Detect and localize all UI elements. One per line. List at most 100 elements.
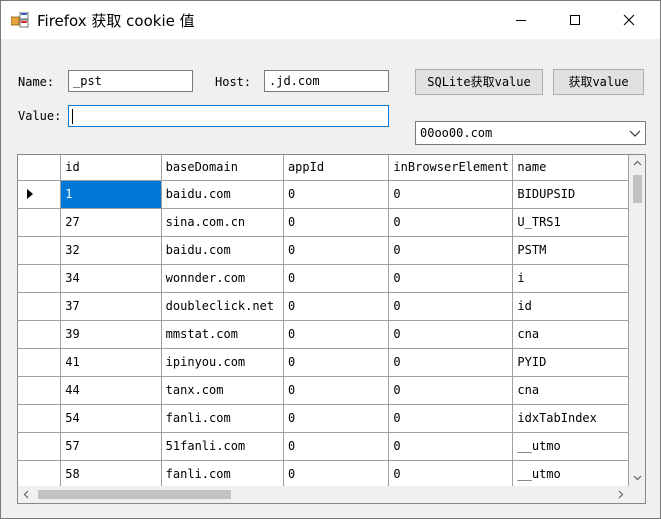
row-header[interactable] [18, 320, 62, 349]
grid-cell[interactable]: 0 [388, 236, 514, 265]
grid-cell[interactable]: PYID [512, 348, 629, 377]
grid-cell[interactable]: 0 [388, 460, 514, 486]
table-row[interactable]: 44 tanx.com 0 0 cna [18, 376, 629, 405]
value-input[interactable] [68, 105, 389, 127]
grid-cell[interactable]: 0 [283, 292, 390, 321]
grid-cell[interactable]: 57 [60, 432, 162, 461]
grid-cell[interactable]: 54 [60, 404, 162, 433]
grid-cell[interactable]: 0 [283, 264, 390, 293]
grid-cell[interactable]: U_TRS1 [512, 208, 629, 237]
grid-cell[interactable]: 0 [283, 180, 390, 209]
grid-cell[interactable]: BIDUPSID [512, 180, 629, 209]
close-button[interactable] [606, 1, 652, 39]
row-header[interactable] [18, 404, 62, 433]
grid-cell[interactable]: ipinyou.com [161, 348, 284, 377]
row-header[interactable] [18, 348, 62, 377]
grid-cell[interactable]: 0 [388, 264, 514, 293]
cookie-grid[interactable]: id baseDomain appId inBrowserElement nam… [17, 154, 646, 504]
grid-cell[interactable]: 0 [283, 404, 390, 433]
grid-cell[interactable]: 0 [283, 348, 390, 377]
name-input[interactable]: _pst [68, 70, 193, 92]
row-header[interactable] [18, 264, 62, 293]
grid-cell[interactable]: 0 [388, 348, 514, 377]
grid-cell[interactable]: 0 [283, 376, 390, 405]
column-header[interactable]: id [60, 155, 162, 181]
sqlite-get-value-button[interactable]: SQLite获取value [415, 69, 543, 95]
column-header[interactable]: name [512, 155, 629, 181]
grid-cell[interactable]: 41 [60, 348, 162, 377]
table-row[interactable]: 54 fanli.com 0 0 idxTabIndex [18, 404, 629, 433]
row-header[interactable] [18, 376, 62, 405]
column-header[interactable]: inBrowserElement [388, 155, 514, 181]
table-row[interactable]: 34 wonnder.com 0 0 i [18, 264, 629, 293]
profile-select[interactable]: 00oo00.com [415, 121, 646, 145]
grid-cell[interactable]: 27 [60, 208, 162, 237]
grid-cell[interactable]: 0 [388, 180, 514, 209]
table-row[interactable]: 39 mmstat.com 0 0 cna [18, 320, 629, 349]
table-row[interactable]: 1 baidu.com 0 0 BIDUPSID [18, 180, 629, 209]
grid-cell[interactable]: 0 [283, 460, 390, 486]
grid-cell[interactable]: 58 [60, 460, 162, 486]
grid-cell[interactable]: 32 [60, 236, 162, 265]
grid-cell[interactable]: 34 [60, 264, 162, 293]
host-input[interactable]: .jd.com [264, 70, 389, 92]
grid-cell[interactable]: 0 [283, 208, 390, 237]
grid-cell[interactable]: 39 [60, 320, 162, 349]
grid-cell[interactable]: 0 [283, 320, 390, 349]
grid-cell[interactable]: baidu.com [161, 180, 284, 209]
grid-cell[interactable]: 0 [283, 432, 390, 461]
horizontal-scroll-thumb[interactable] [38, 490, 231, 499]
grid-cell[interactable]: 0 [388, 292, 514, 321]
table-row[interactable]: 57 51fanli.com 0 0 __utmo [18, 432, 629, 461]
row-header[interactable] [18, 460, 62, 486]
grid-cell[interactable]: 0 [388, 208, 514, 237]
grid-cell[interactable]: tanx.com [161, 376, 284, 405]
row-header[interactable] [18, 208, 62, 237]
column-header[interactable]: appId [283, 155, 390, 181]
grid-cell[interactable]: baidu.com [161, 236, 284, 265]
title-bar[interactable]: Firefox 获取 cookie 值 [1, 1, 660, 39]
horizontal-scrollbar[interactable] [18, 486, 629, 503]
grid-cell[interactable]: doubleclick.net [161, 292, 284, 321]
grid-cell[interactable]: 0 [388, 376, 514, 405]
table-row[interactable]: 41 ipinyou.com 0 0 PYID [18, 348, 629, 377]
grid-cell[interactable]: 0 [388, 320, 514, 349]
grid-cell[interactable]: id [512, 292, 629, 321]
grid-cell[interactable]: 0 [388, 404, 514, 433]
grid-cell[interactable]: cna [512, 320, 629, 349]
grid-cell[interactable]: 1 [60, 180, 162, 209]
table-row[interactable]: 27 sina.com.cn 0 0 U_TRS1 [18, 208, 629, 237]
grid-cell[interactable]: __utmo [512, 460, 629, 486]
row-header[interactable] [18, 432, 62, 461]
grid-cell[interactable]: 44 [60, 376, 162, 405]
grid-cell[interactable]: PSTM [512, 236, 629, 265]
scroll-down-button[interactable] [629, 469, 645, 486]
scroll-right-button[interactable] [612, 486, 629, 503]
maximize-button[interactable] [552, 1, 598, 39]
grid-cell[interactable]: mmstat.com [161, 320, 284, 349]
grid-cell[interactable]: fanli.com [161, 460, 284, 486]
grid-cell[interactable]: idxTabIndex [512, 404, 629, 433]
vertical-scroll-thumb[interactable] [633, 175, 642, 203]
grid-cell[interactable]: 51fanli.com [161, 432, 284, 461]
row-header[interactable] [18, 292, 62, 321]
grid-cell[interactable]: 0 [283, 236, 390, 265]
grid-cell[interactable]: cna [512, 376, 629, 405]
scroll-left-button[interactable] [18, 486, 35, 503]
grid-cell[interactable]: sina.com.cn [161, 208, 284, 237]
row-header[interactable] [18, 236, 62, 265]
table-row[interactable]: 58 fanli.com 0 0 __utmo [18, 460, 629, 486]
column-header[interactable]: baseDomain [161, 155, 284, 181]
vertical-scrollbar[interactable] [629, 155, 645, 486]
minimize-button[interactable] [498, 1, 544, 39]
get-value-button[interactable]: 获取value [553, 69, 644, 95]
grid-cell[interactable]: 37 [60, 292, 162, 321]
grid-cell[interactable]: wonnder.com [161, 264, 284, 293]
table-row[interactable]: 37 doubleclick.net 0 0 id [18, 292, 629, 321]
grid-cell[interactable]: i [512, 264, 629, 293]
row-header[interactable] [18, 180, 62, 209]
grid-cell[interactable]: fanli.com [161, 404, 284, 433]
table-row[interactable]: 32 baidu.com 0 0 PSTM [18, 236, 629, 265]
grid-cell[interactable]: __utmo [512, 432, 629, 461]
scroll-up-button[interactable] [629, 155, 645, 172]
